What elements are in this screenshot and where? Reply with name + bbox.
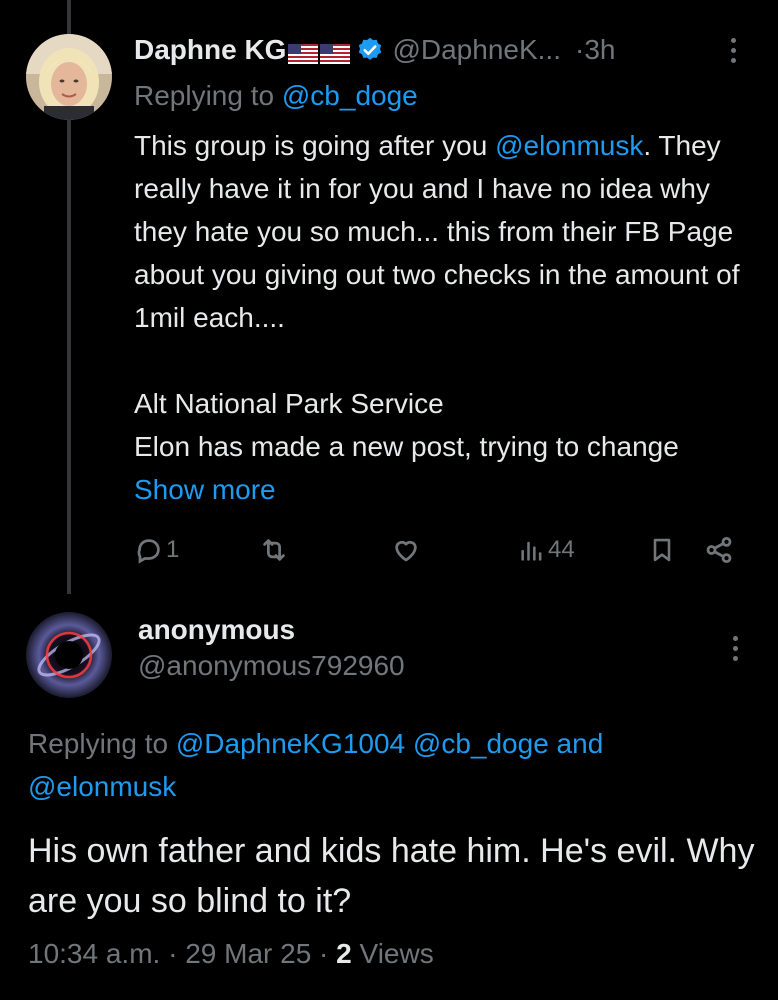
tweet-header: Daphne KG @DaphneK... ·3h — [134, 30, 742, 70]
share-button[interactable] — [704, 530, 734, 570]
tweet-text: This group is going after you @elonmusk.… — [134, 124, 754, 511]
us-flag-icon — [320, 39, 351, 64]
us-flag-icon — [288, 39, 319, 64]
body-text: Elon has made a new post, trying to chan… — [134, 431, 679, 462]
heart-icon — [395, 541, 417, 562]
views-link[interactable]: 2 Views — [336, 938, 434, 969]
repost-icon — [263, 539, 285, 561]
meta-separator: · — [160, 938, 186, 969]
replying-and: and — [548, 728, 604, 759]
replying-user-link: @elonmusk — [28, 771, 177, 802]
time-separator: · — [575, 34, 585, 65]
repost-button[interactable] — [258, 530, 290, 570]
bookmark-icon — [653, 538, 671, 562]
avatar[interactable] — [26, 612, 112, 698]
tweet-actions: 1 44 — [134, 530, 744, 570]
tweet-time[interactable]: ·3h — [575, 34, 615, 66]
author-handle[interactable]: @anonymous792960 — [138, 650, 405, 682]
bookmark-button[interactable] — [648, 530, 676, 570]
views-label: Views — [351, 938, 434, 969]
replying-to: Replying to @DaphneKG1004 @cb_doge and @… — [28, 722, 748, 808]
replying-user-link[interactable]: @DaphneKG1004 — [176, 728, 405, 759]
verified-badge-icon — [359, 37, 382, 60]
replying-user-link[interactable]: @cb_doge — [282, 80, 418, 111]
reply-icon — [137, 539, 160, 564]
author-name[interactable]: anonymous — [138, 614, 295, 646]
replying-user-link[interactable]: @cb_doge — [413, 728, 549, 759]
tweet-text: His own father and kids hate him. He's e… — [28, 832, 755, 920]
body-text: This group is going after you — [134, 130, 496, 161]
author-name[interactable]: Daphne KG — [134, 34, 286, 66]
share-icon — [706, 537, 732, 563]
more-options-icon[interactable] — [730, 636, 740, 661]
tweet-date[interactable]: 29 Mar 25 — [185, 938, 311, 969]
replying-prefix: Replying to — [134, 80, 282, 111]
mention-link[interactable]: @elonmusk — [495, 130, 643, 161]
reply-count: 1 — [166, 536, 180, 563]
views-count: 2 — [336, 938, 352, 969]
author-handle[interactable]: @DaphneK... — [392, 34, 561, 66]
replying-to: Replying to @cb_doge — [134, 80, 418, 112]
body-text: Alt National Park Service — [134, 388, 444, 419]
time-value: 3h — [584, 34, 616, 65]
tweet-timestamp[interactable]: 10:34 a.m. — [28, 938, 160, 969]
views-count: 44 — [548, 536, 575, 563]
more-options-icon[interactable] — [728, 38, 738, 63]
like-button[interactable] — [390, 530, 422, 570]
replying-prefix: Replying to — [28, 728, 176, 759]
tweet-meta: 10:34 a.m. · 29 Mar 25 · 2 Views — [28, 938, 434, 970]
reply-button[interactable]: 1 — [134, 530, 179, 570]
views-button[interactable]: 44 — [518, 530, 575, 570]
views-chart-icon — [521, 541, 542, 561]
avatar[interactable] — [26, 34, 112, 120]
meta-separator: · — [311, 938, 337, 969]
show-more-link[interactable]: Show more — [134, 474, 276, 505]
